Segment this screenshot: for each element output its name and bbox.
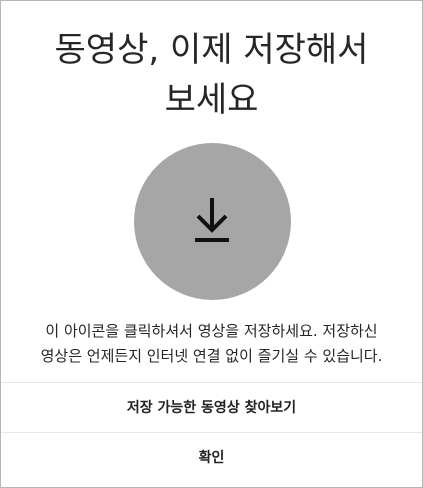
dialog-description-line-1: 이 아이콘을 클릭하셔서 영상을 저장하세요. 저장하신 bbox=[45, 322, 378, 340]
dialog-title-line-2: 보세요 bbox=[164, 80, 259, 120]
dialog-description: 이 아이콘을 클릭하셔서 영상을 저장하세요. 저장하신 영상은 언제든지 인터… bbox=[1, 319, 422, 369]
dialog-description-line-2: 영상은 언제든지 인터넷 연결 없이 즐기실 수 있습니다. bbox=[40, 347, 383, 365]
dialog-title-line-1: 동영상, 이제 저장해서 bbox=[54, 30, 369, 70]
dialog-title: 동영상, 이제 저장해서 보세요 bbox=[1, 25, 422, 125]
browse-downloadable-videos-button[interactable]: 저장 가능한 동영상 찾아보기 bbox=[1, 383, 422, 433]
download-promo-dialog: 동영상, 이제 저장해서 보세요 이 아이콘을 클릭하셔서 영상을 저장하세요.… bbox=[0, 0, 423, 488]
download-icon bbox=[195, 198, 229, 242]
download-illustration bbox=[134, 143, 291, 300]
confirm-button[interactable]: 확인 bbox=[1, 433, 422, 483]
